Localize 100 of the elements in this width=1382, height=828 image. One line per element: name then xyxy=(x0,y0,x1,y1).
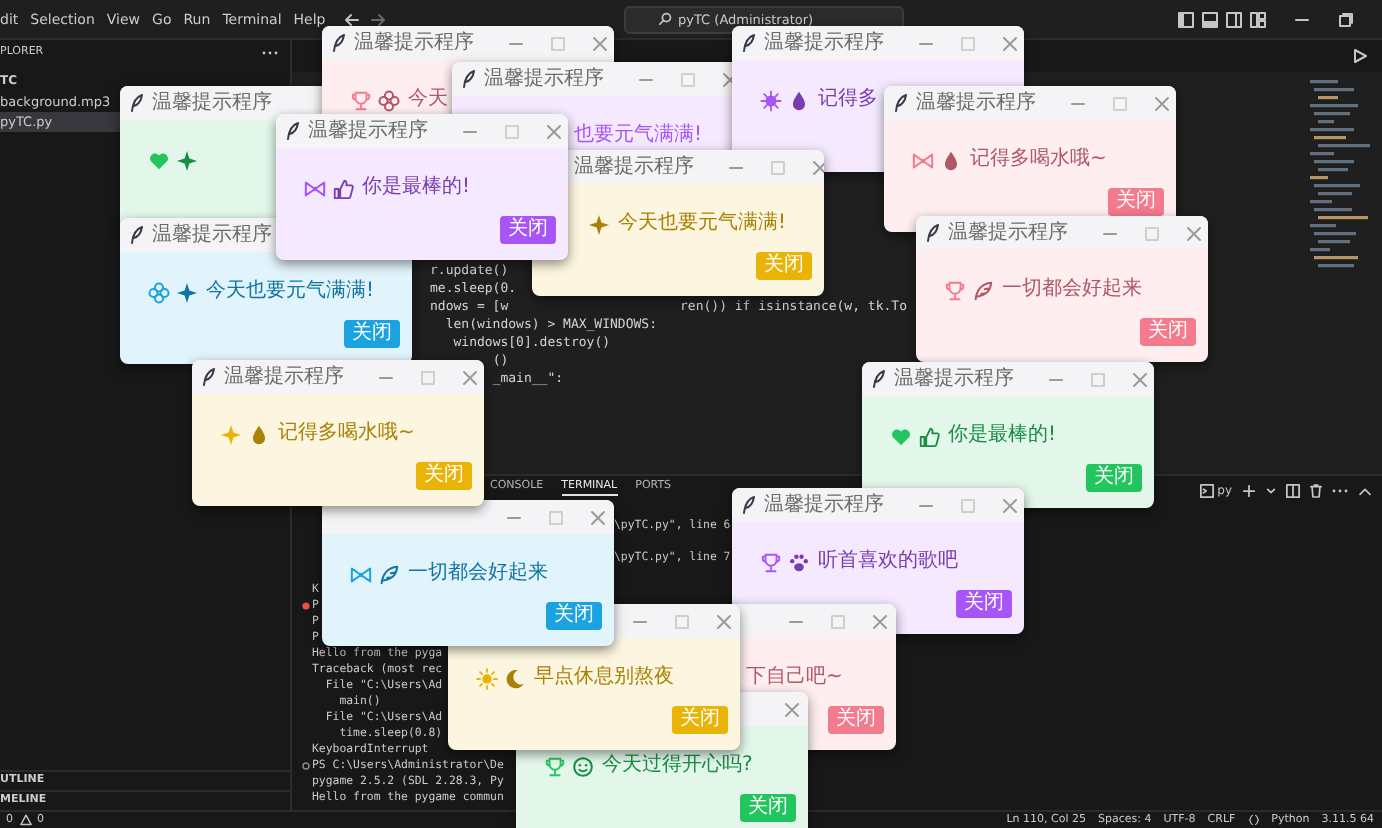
message-text: 一切都会好起来 xyxy=(408,562,548,586)
maximize-icon[interactable] xyxy=(550,35,566,51)
run-icon[interactable] xyxy=(1352,48,1368,64)
message-text: 下自己吧~ xyxy=(746,666,843,690)
trophy-icon xyxy=(544,755,566,777)
maximize-icon[interactable] xyxy=(770,159,786,175)
back-arrow-icon[interactable] xyxy=(344,11,360,27)
search-icon xyxy=(658,12,672,26)
close-icon[interactable] xyxy=(812,159,824,175)
maximize-icon[interactable] xyxy=(680,71,696,87)
feather-icon xyxy=(378,563,400,585)
message-text: 听首喜欢的歌吧 xyxy=(818,550,958,574)
maximize-icon[interactable] xyxy=(1144,225,1160,241)
close-button[interactable]: 关闭 xyxy=(500,216,556,244)
window-title: 温馨提示程序 xyxy=(916,91,1036,115)
trophy-icon xyxy=(944,279,966,301)
message-text: 你是最棒的! xyxy=(948,424,1057,448)
close-icon[interactable] xyxy=(1002,35,1018,51)
close-button[interactable]: 关闭 xyxy=(956,590,1012,618)
message-text: 今天也要元气满满! xyxy=(618,212,787,236)
window-title: 温馨提示程序 xyxy=(308,119,428,143)
maximize-icon[interactable] xyxy=(960,497,976,513)
message-text: 也要元气满满! xyxy=(574,124,703,148)
secondary-sidebar-icon[interactable] xyxy=(1226,11,1242,27)
moon-icon xyxy=(504,667,526,689)
bow-icon xyxy=(304,177,326,199)
feather-icon xyxy=(742,496,756,514)
chevron-down-icon[interactable] xyxy=(1266,484,1276,498)
close-icon[interactable] xyxy=(1132,371,1148,387)
sparkle-icon xyxy=(176,149,198,171)
close-icon[interactable] xyxy=(1154,95,1170,111)
message-text: 你是最棒的! xyxy=(362,176,471,200)
panel-toggle-icon[interactable] xyxy=(1202,11,1218,27)
maximize-icon[interactable] xyxy=(420,369,436,385)
window-title: 温馨提示程序 xyxy=(224,365,344,389)
feather-icon xyxy=(202,368,216,386)
maximize-icon[interactable] xyxy=(830,613,846,629)
close-icon[interactable] xyxy=(872,613,888,629)
flower-icon xyxy=(378,89,400,111)
close-icon[interactable] xyxy=(722,71,738,87)
error-dot-icon xyxy=(302,602,310,610)
sparkle-icon xyxy=(220,423,242,445)
heart-icon xyxy=(890,425,912,447)
message-text: 今天也要元气满满! xyxy=(206,280,375,304)
message-text: 一切都会好起来 xyxy=(1002,278,1142,302)
bow-icon xyxy=(350,563,372,585)
more-icon[interactable] xyxy=(262,49,278,55)
split-icon[interactable] xyxy=(1286,484,1300,498)
message-text: 今天过得开心吗? xyxy=(602,754,753,778)
window-title: 温馨提示程序 xyxy=(354,31,474,55)
window-title: 温馨提示程序 xyxy=(764,31,884,55)
feather-icon xyxy=(130,94,144,112)
paw-icon xyxy=(788,551,810,573)
flower-icon xyxy=(148,281,170,303)
chevron-up-icon[interactable] xyxy=(1358,486,1372,496)
close-icon[interactable] xyxy=(784,701,800,717)
feather-icon xyxy=(462,70,476,88)
sidebar-toggle-icon[interactable] xyxy=(1178,11,1194,27)
warning-icon xyxy=(19,814,31,826)
sparkle-icon xyxy=(176,281,198,303)
drop-icon xyxy=(788,89,810,111)
close-icon[interactable] xyxy=(1186,225,1202,241)
close-icon[interactable] xyxy=(462,369,478,385)
feather-icon xyxy=(332,34,346,52)
thumbs-up-icon xyxy=(918,425,940,447)
more-icon[interactable] xyxy=(1332,488,1348,494)
close-icon[interactable] xyxy=(592,35,608,51)
terminal-icon xyxy=(1199,484,1214,498)
feather-icon xyxy=(972,279,994,301)
smiley-icon xyxy=(572,755,594,777)
maximize-icon[interactable] xyxy=(674,613,690,629)
maximize-icon[interactable] xyxy=(1112,95,1128,111)
feather-icon xyxy=(286,122,300,140)
message-text: 早点休息别熬夜 xyxy=(534,666,674,690)
maximize-icon[interactable] xyxy=(548,509,564,525)
sun-icon xyxy=(476,667,498,689)
trophy-icon xyxy=(760,551,782,573)
window-title: 温馨提示程序 xyxy=(152,223,272,247)
window-title: 温馨提示程序 xyxy=(948,221,1068,245)
trash-icon[interactable] xyxy=(1310,484,1322,498)
feather-icon xyxy=(742,34,756,52)
layout-icon[interactable] xyxy=(1250,11,1266,27)
maximize-icon[interactable] xyxy=(1090,371,1106,387)
window-title: 温馨提示程序 xyxy=(484,67,604,91)
drop-icon xyxy=(248,423,270,445)
maximize-icon[interactable] xyxy=(504,123,520,139)
plus-icon[interactable] xyxy=(1242,484,1256,498)
close-icon[interactable] xyxy=(546,123,562,139)
drop-icon xyxy=(940,149,962,171)
restore-icon[interactable] xyxy=(1338,11,1354,27)
close-icon[interactable] xyxy=(590,509,606,525)
sparkle-icon xyxy=(588,213,610,235)
window-title: 温馨提示程序 xyxy=(152,91,272,115)
close-icon[interactable] xyxy=(1002,497,1018,513)
bow-icon xyxy=(912,149,934,171)
braces-icon xyxy=(1247,814,1260,826)
maximize-icon[interactable] xyxy=(960,35,976,51)
close-icon[interactable] xyxy=(716,613,732,629)
window-title: 温馨提示程序 xyxy=(894,367,1014,391)
forward-arrow-icon[interactable] xyxy=(370,11,386,27)
